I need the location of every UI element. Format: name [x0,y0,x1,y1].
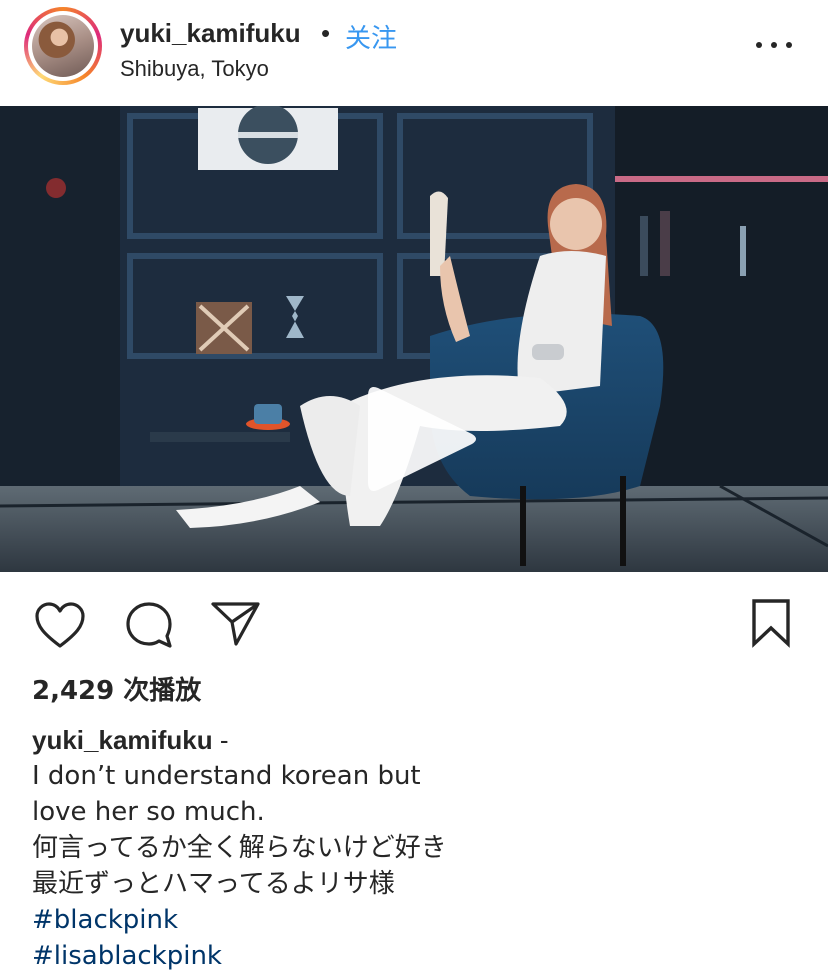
more-options-icon[interactable] [752,30,796,60]
username[interactable]: yuki_kamifuku [120,18,301,49]
avatar[interactable] [32,15,94,77]
caption-author[interactable]: yuki_kamifuku [32,725,213,755]
heart-icon[interactable] [34,602,86,650]
separator-dot: • [321,18,331,48]
avatar-story-ring[interactable] [24,7,102,85]
caption-author-suffix: - [212,725,229,755]
caption-line: 何言ってるか全く解らないけど好き [32,833,447,863]
comment-icon[interactable] [124,600,174,650]
caption-line: I don’t understand korean but [32,761,421,791]
hashtag-link[interactable]: #lisablackpink [32,938,812,974]
view-count[interactable]: 2,429 次播放 [32,670,201,707]
caption-line: 最近ずっとハマってるよリサ様 [32,869,395,899]
hashtag-link[interactable]: #blackpink [32,902,812,938]
play-icon[interactable] [356,374,482,504]
follow-button[interactable]: 关注 [345,18,397,55]
caption: yuki_kamifuku - I don’t understand korea… [32,722,812,974]
paper-plane-icon[interactable] [210,600,262,648]
video-player[interactable] [0,106,828,572]
location-link[interactable]: Shibuya, Tokyo [120,56,269,82]
post-header: yuki_kamifuku • 关注 Shibuya, Tokyo [0,0,828,106]
action-bar [0,572,828,672]
caption-line: love her so much. [32,797,265,827]
bookmark-icon[interactable] [750,598,792,648]
